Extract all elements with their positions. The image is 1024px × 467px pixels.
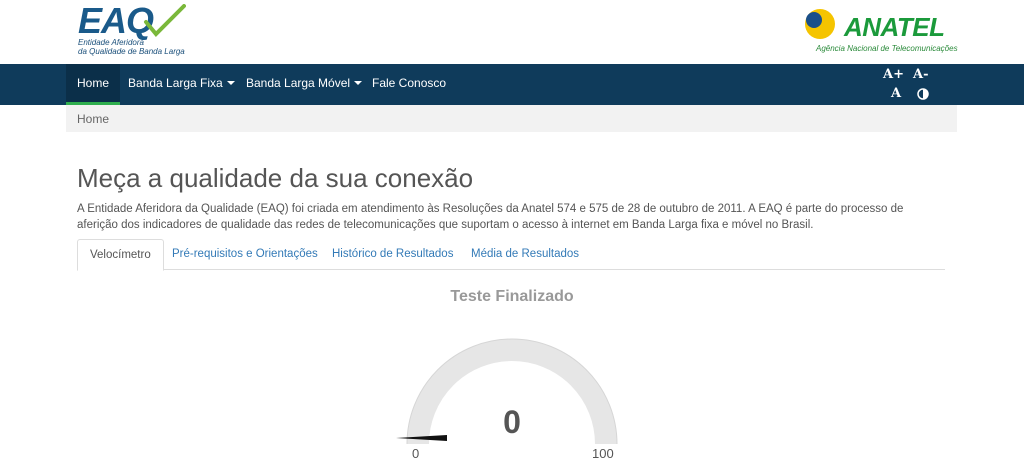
decrease-font-button[interactable]: A-: [913, 68, 928, 82]
anatel-logo[interactable]: ANATEL Agência Nacional de Telecomunicaç…: [800, 4, 958, 56]
anatel-symbol-icon: [805, 9, 835, 39]
contrast-icon[interactable]: [917, 88, 929, 100]
eaq-logo-subtitle: Entidade Aferidora da Qualidade de Banda…: [78, 38, 185, 56]
reset-font-button[interactable]: A: [891, 87, 901, 101]
site-header: EAQ Entidade Aferidora da Qualidade de B…: [0, 0, 1024, 64]
tab-label: Pré-requisitos e Orientações: [172, 248, 318, 260]
breadcrumb-current: Home: [77, 112, 110, 126]
anatel-name: ANATEL: [844, 12, 945, 42]
intro-text: A Entidade Aferidora da Qualidade (EAQ) …: [77, 203, 904, 231]
nav-item-label: Banda Larga Fixa: [128, 76, 223, 90]
nav-item-banda-larga-fixa[interactable]: Banda Larga Fixa: [117, 64, 246, 105]
nav-item-banda-larga-movel[interactable]: Banda Larga Móvel: [235, 64, 373, 105]
breadcrumb: Home: [66, 105, 957, 132]
anatel-subtitle: Agência Nacional de Telecomunicações: [816, 44, 958, 53]
tab-bar: Velocímetro Pré-requisitos e Orientações…: [77, 239, 945, 271]
tab-media-resultados[interactable]: Média de Resultados: [459, 239, 591, 270]
tab-label: Velocímetro: [90, 249, 151, 261]
nav-item-label: Banda Larga Móvel: [246, 76, 351, 90]
nav-item-label: Home: [77, 76, 110, 90]
tab-velocimetro[interactable]: Velocímetro: [77, 239, 164, 271]
nav-item-label: Fale Conosco: [372, 76, 447, 90]
tab-pre-requisitos[interactable]: Pré-requisitos e Orientações: [160, 239, 330, 270]
main-navbar: Home Banda Larga Fixa Banda Larga Móvel …: [0, 64, 1024, 105]
increase-font-button[interactable]: A+: [883, 68, 904, 82]
check-icon: [144, 4, 186, 37]
tab-label: Média de Resultados: [471, 248, 580, 260]
page-title: Meça a qualidade da sua conexão: [77, 163, 474, 193]
test-status: Teste Finalizado: [450, 288, 574, 305]
caret-down-icon: [226, 80, 235, 85]
gauge-max-label: 100: [592, 446, 614, 461]
gauge-value: 0: [503, 404, 521, 440]
eaq-logo[interactable]: EAQ Entidade Aferidora da Qualidade de B…: [78, 2, 198, 58]
nav-item-home[interactable]: Home: [66, 64, 121, 105]
nav-item-fale-conosco[interactable]: Fale Conosco: [361, 64, 457, 105]
gauge-min-label: 0: [412, 446, 420, 461]
tab-historico-resultados[interactable]: Histórico de Resultados: [320, 239, 465, 270]
tab-label: Histórico de Resultados: [332, 248, 454, 260]
